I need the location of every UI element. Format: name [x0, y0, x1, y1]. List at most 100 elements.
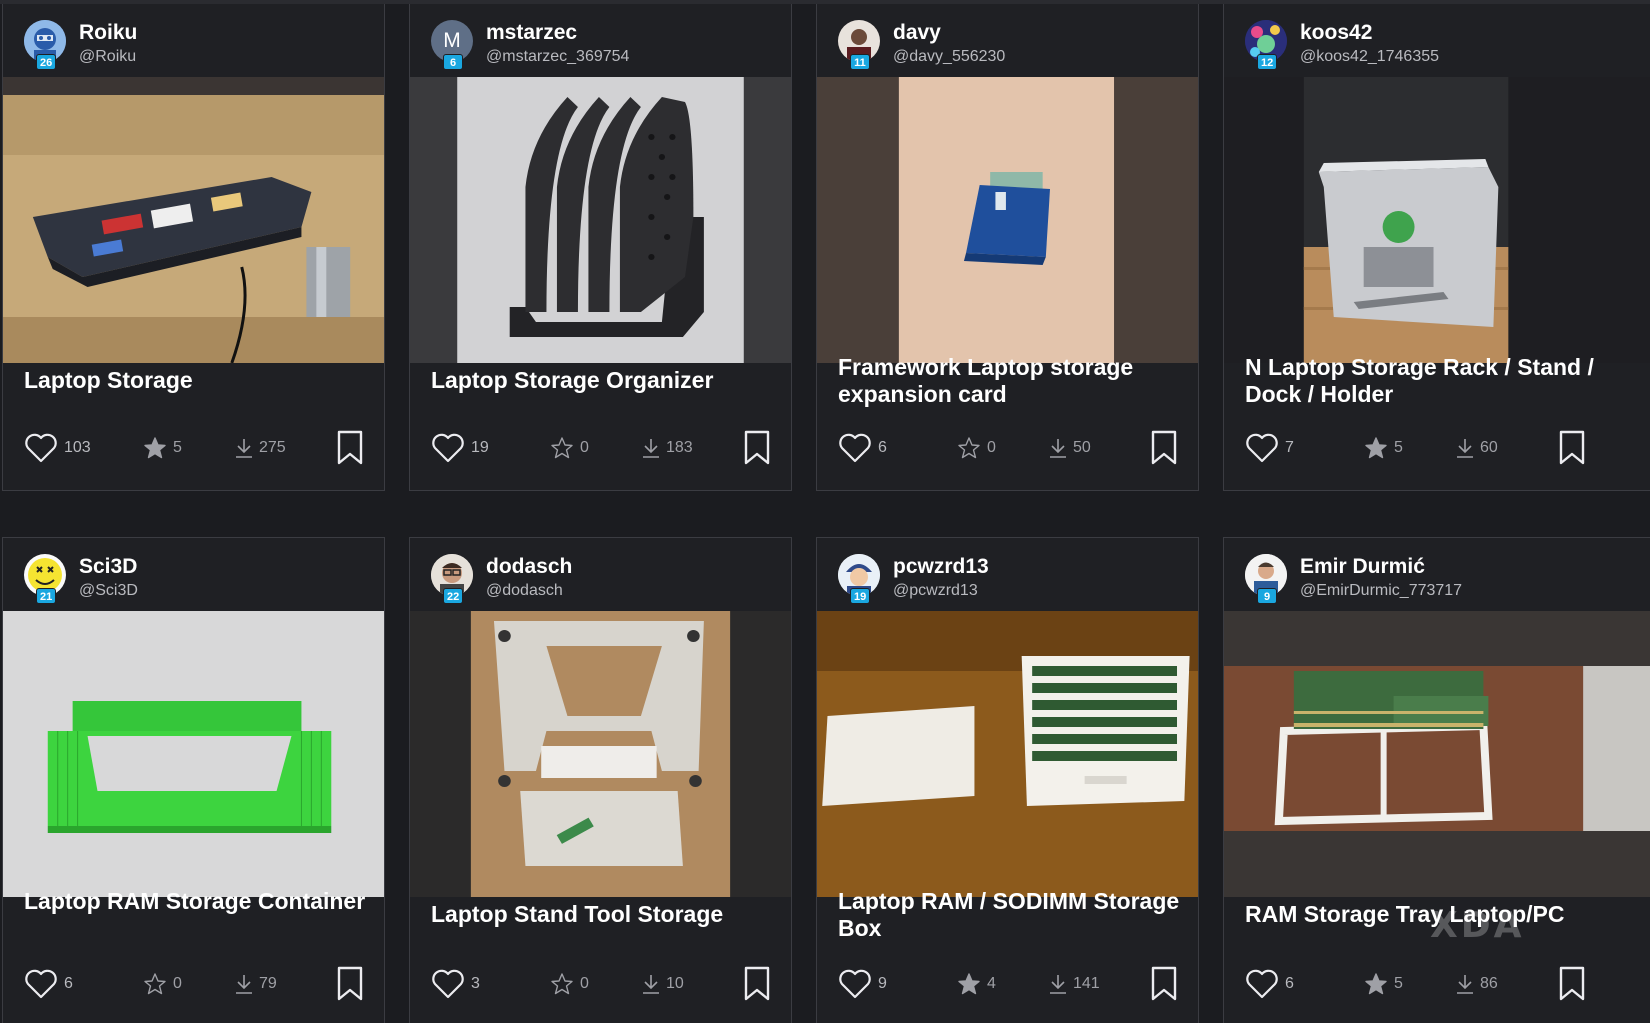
model-card[interactable]: 11 davy @davy_556230 Framework Laptop st… [816, 4, 1199, 491]
like-count: 3 [471, 975, 480, 992]
user-handle: @davy_556230 [893, 48, 1006, 65]
bookmark-icon[interactable] [742, 966, 772, 1002]
model-title[interactable]: N Laptop Storage Rack / Stand / Dock / H… [1245, 354, 1595, 408]
user-handle: @Sci3D [79, 582, 138, 599]
like-count: 6 [1285, 975, 1294, 992]
card-header: M 6 mstarzec @mstarzec_369754 [410, 4, 791, 77]
bookmark-icon[interactable] [742, 430, 772, 466]
username[interactable]: Emir Durmić [1300, 555, 1425, 579]
user-handle: @mstarzec_369754 [486, 48, 630, 65]
star-count: 0 [173, 975, 182, 992]
rating: 0 [957, 430, 996, 466]
username[interactable]: davy [893, 21, 941, 45]
star-count: 0 [987, 439, 996, 456]
username[interactable]: mstarzec [486, 21, 577, 45]
star-count: 5 [173, 439, 182, 456]
heart-icon [432, 433, 464, 463]
card-header: 22 dodasch @dodasch [410, 538, 791, 611]
model-thumbnail[interactable] [3, 77, 384, 363]
user-handle: @dodasch [486, 582, 563, 599]
model-thumbnail[interactable] [817, 77, 1198, 363]
star-count: 4 [987, 975, 996, 992]
green-container-render-image [3, 611, 384, 897]
heart-icon [839, 433, 871, 463]
rating: 5 [1364, 430, 1403, 466]
model-card[interactable]: 12 koos42 @koos42_1746355 N Laptop Stora… [1223, 4, 1650, 491]
downloads: 275 [235, 430, 286, 466]
card-stats: 9 4 141 [817, 966, 1198, 1002]
download-icon [1050, 439, 1066, 458]
model-card[interactable]: 22 dodasch @dodasch Laptop Stand Tool St… [409, 537, 792, 1023]
level-badge: 22 [443, 588, 464, 604]
model-title[interactable]: Laptop RAM Storage Container [24, 888, 374, 915]
level-badge: 12 [1257, 54, 1278, 70]
download-count: 50 [1073, 439, 1091, 456]
download-count: 60 [1480, 439, 1498, 456]
rating: 5 [143, 430, 182, 466]
model-thumbnail[interactable] [410, 77, 791, 363]
heart-icon [25, 433, 57, 463]
ram-box-image [817, 611, 1198, 897]
card-stats: 103 5 275 [3, 430, 384, 466]
username[interactable]: koos42 [1300, 21, 1372, 45]
model-thumbnail[interactable] [817, 611, 1198, 897]
username[interactable]: Roiku [79, 21, 137, 45]
bookmark-icon[interactable] [1557, 430, 1587, 466]
download-count: 183 [666, 439, 693, 456]
like-count: 7 [1285, 439, 1294, 456]
model-card[interactable]: 26 Roiku @Roiku Laptop Storage 103 5 275 [2, 4, 385, 491]
card-header: 11 davy @davy_556230 [817, 4, 1198, 77]
model-thumbnail[interactable] [1224, 77, 1650, 363]
star-icon [144, 437, 166, 459]
star-count: 5 [1394, 439, 1403, 456]
like-button[interactable]: 6 [1245, 966, 1294, 1002]
bookmark-icon[interactable] [335, 430, 365, 466]
model-thumbnail[interactable] [410, 611, 791, 897]
like-button[interactable]: 6 [24, 966, 73, 1002]
model-card[interactable]: 19 pcwzrd13 @pcwzrd13 Laptop RAM / SODIM… [816, 537, 1199, 1023]
model-thumbnail[interactable] [1224, 611, 1650, 897]
bookmark-icon[interactable] [1149, 430, 1179, 466]
username[interactable]: dodasch [486, 555, 572, 579]
model-title[interactable]: Framework Laptop storage expansion card [838, 354, 1188, 408]
user-handle: @EmirDurmic_773717 [1300, 582, 1463, 599]
card-stats: 6 5 86 [1224, 966, 1650, 1002]
model-title[interactable]: Laptop Storage [24, 367, 374, 394]
bookmark-icon[interactable] [1557, 966, 1587, 1002]
like-button[interactable]: 19 [431, 430, 489, 466]
like-button[interactable]: 6 [838, 430, 887, 466]
download-count: 10 [666, 975, 684, 992]
star-icon [1365, 973, 1387, 995]
downloads: 86 [1456, 966, 1498, 1002]
model-title[interactable]: Laptop RAM / SODIMM Storage Box [838, 888, 1188, 942]
card-stats: 3 0 10 [410, 966, 791, 1002]
star-icon [1365, 437, 1387, 459]
like-button[interactable]: 9 [838, 966, 887, 1002]
card-header: 21 Sci3D @Sci3D [3, 538, 384, 611]
like-button[interactable]: 3 [431, 966, 480, 1002]
like-count: 103 [64, 439, 91, 456]
download-icon [643, 439, 659, 458]
like-count: 6 [878, 439, 887, 456]
like-button[interactable]: 7 [1245, 430, 1294, 466]
model-card[interactable]: M 6 mstarzec @mstarzec_369754 Laptop Sto… [409, 4, 792, 491]
avatar-letter: M [443, 29, 461, 52]
like-count: 9 [878, 975, 887, 992]
like-button[interactable]: 103 [24, 430, 91, 466]
downloads: 10 [642, 966, 684, 1002]
user-handle: @koos42_1746355 [1300, 48, 1440, 65]
star-icon [958, 973, 980, 995]
model-title[interactable]: Laptop Stand Tool Storage [431, 901, 781, 928]
expansion-card-image [817, 77, 1198, 363]
model-card[interactable]: 21 Sci3D @Sci3D Laptop RAM Storage Conta… [2, 537, 385, 1023]
level-badge: 26 [36, 54, 57, 70]
star-outline-icon [551, 973, 573, 995]
rating: 4 [957, 966, 996, 1002]
username[interactable]: Sci3D [79, 555, 137, 579]
model-thumbnail[interactable] [3, 611, 384, 897]
bookmark-icon[interactable] [335, 966, 365, 1002]
rating: 5 [1364, 966, 1403, 1002]
username[interactable]: pcwzrd13 [893, 555, 989, 579]
bookmark-icon[interactable] [1149, 966, 1179, 1002]
model-title[interactable]: Laptop Storage Organizer [431, 367, 781, 394]
